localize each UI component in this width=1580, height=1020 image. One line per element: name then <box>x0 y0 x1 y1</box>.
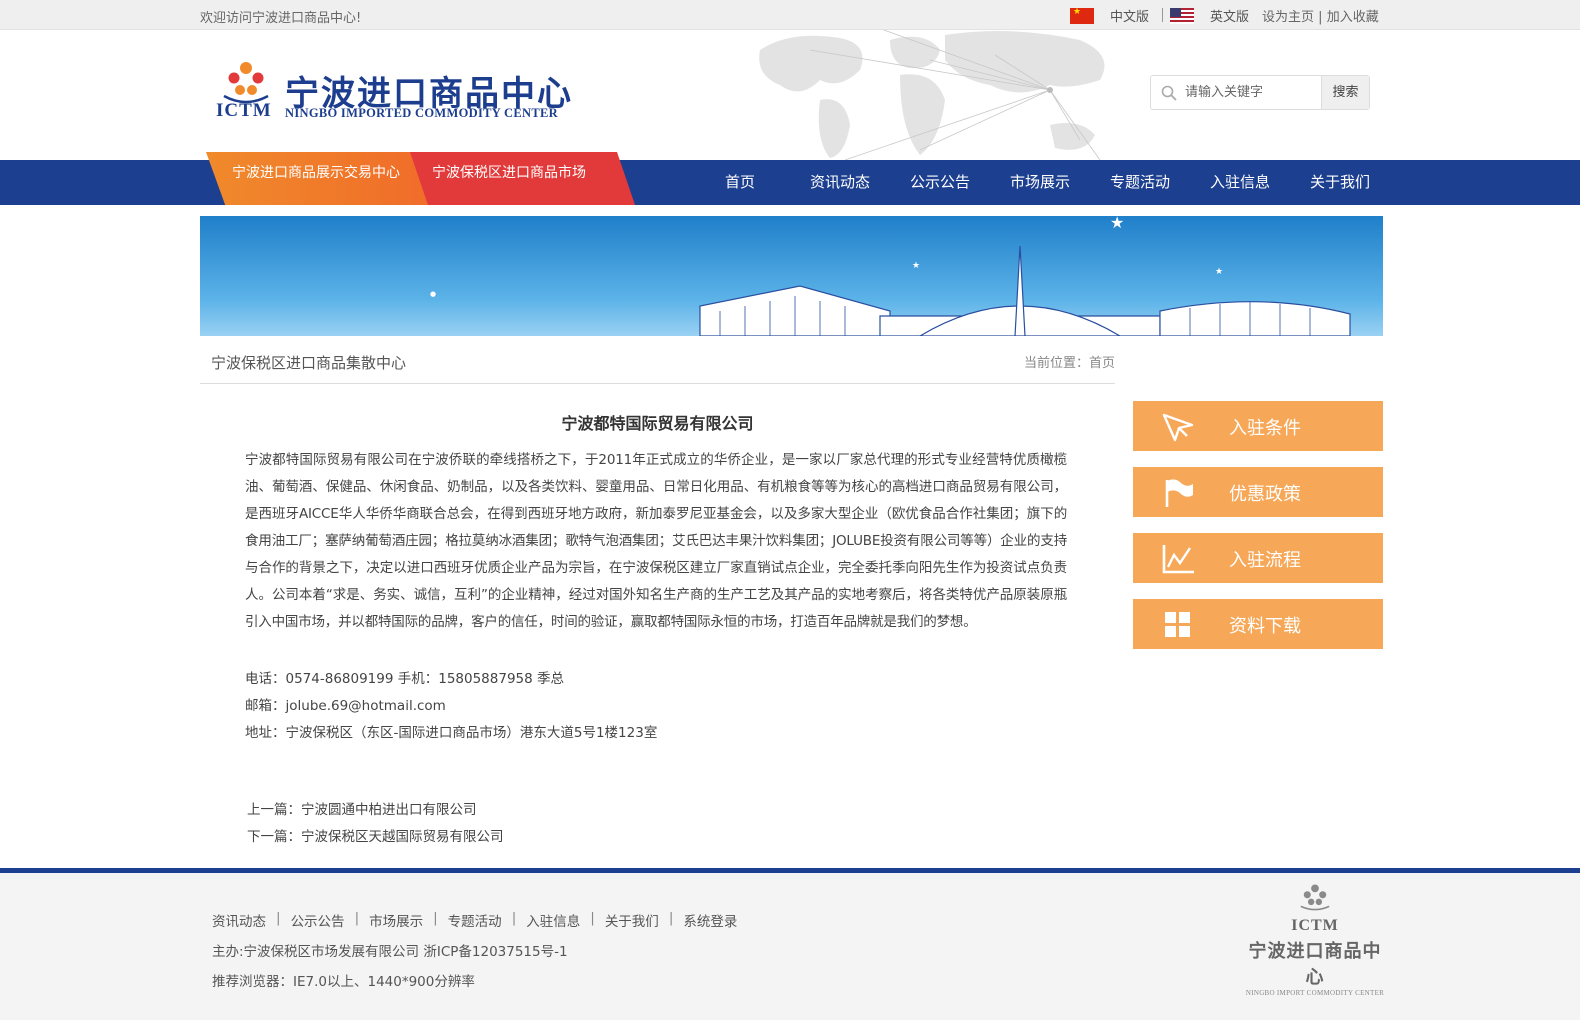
svg-text:★: ★ <box>912 261 920 271</box>
footer-link-notices[interactable]: 公示公告 <box>291 910 345 930</box>
next-article-label[interactable]: 下一篇：宁波保税区天越国际贸易有限公司 <box>247 829 504 845</box>
banner-skyline-graphic: ★ ★ ★ ● <box>430 216 1351 336</box>
footer-link-events[interactable]: 专题活动 <box>448 910 502 930</box>
footer-logo-title: 宁波进口商品中心 <box>1248 941 1382 987</box>
svg-text:★: ★ <box>1110 216 1124 232</box>
search-button[interactable]: 搜索 <box>1321 76 1369 109</box>
world-map-graphic <box>759 30 1105 160</box>
footer-link-divider: | <box>276 910 281 926</box>
top-links: 设为主页 | 加入收藏 <box>1262 6 1379 25</box>
footer-link-market[interactable]: 市场展示 <box>369 910 423 930</box>
section-header: 宁波保税区进口商品集散中心 当前位置：首页 <box>200 346 1115 384</box>
footer-logo-abbr: ICTM <box>1291 917 1339 934</box>
footer-link-divider: | <box>590 910 595 926</box>
footer-logo-icon <box>1300 884 1330 911</box>
preferential-policy-button[interactable]: 优惠政策 <box>1133 467 1383 517</box>
search-icon <box>1161 85 1177 101</box>
footer-link-settle-info[interactable]: 入驻信息 <box>526 910 580 930</box>
tab-bonded-market-label: 宁波保税区进口商品市场 <box>432 165 586 181</box>
grid-icon <box>1165 612 1190 637</box>
breadcrumb[interactable]: 当前位置：首页 <box>1024 352 1115 371</box>
search-box: 搜索 <box>1150 75 1370 110</box>
tab-exhibition-center[interactable]: 宁波进口商品展示交易中心 <box>206 152 446 205</box>
logo-subtitle: NINGBO IMPORTED COMMODITY CENTER <box>285 106 558 120</box>
footer-link-divider: | <box>354 910 360 926</box>
nav-item-home[interactable]: 首页 <box>690 160 790 205</box>
settle-process-label: 入驻流程 <box>1229 550 1301 571</box>
footer: 资讯动态 | 公示公告 | 市场展示 | 专题活动 | 入驻信息 | 关于我们 | 系统登录… <box>0 868 1580 1020</box>
lang-english-label: 英文版 <box>1210 10 1250 25</box>
add-favorite-link[interactable]: 加入收藏 <box>1327 10 1379 25</box>
search-input[interactable] <box>1185 77 1315 108</box>
article-title: 宁波都特国际贸易有限公司 <box>561 414 754 433</box>
tab-exhibition-center-label: 宁波进口商品展示交易中心 <box>232 165 400 181</box>
nav-menu: 首页 资讯动态 公示公告 市场展示 专题活动 入驻信息 关于我们 <box>690 160 1390 205</box>
top-link-divider: | <box>1318 10 1323 25</box>
lang-divider <box>1162 8 1163 22</box>
chart-line-icon <box>1162 545 1194 574</box>
banner-image: ★ ★ ★ ● <box>200 216 1383 336</box>
footer-logo: ICTM 宁波进口商品中心 NINGBO IMPORT COMMODITY CE… <box>1245 883 1385 997</box>
header: ICTM 宁波进口商品中心 NINGBO IMPORTED COMMODITY … <box>0 30 1580 160</box>
footer-host-info: 主办:宁波保税区市场发展有限公司 浙ICP备12037515号-1 <box>212 944 568 960</box>
china-flag-icon <box>1070 7 1094 24</box>
footer-link-divider: | <box>433 910 438 926</box>
next-article-link[interactable]: 下一篇：宁波保税区天越国际贸易有限公司 <box>247 825 504 845</box>
contact-address: 地址：宁波保税区（东区-国际进口商品市场）港东大道5号1楼123室 <box>245 725 658 741</box>
materials-download-button[interactable]: 资料下载 <box>1133 599 1383 649</box>
prev-article-label[interactable]: 上一篇：宁波圆通中柏进出口有限公司 <box>247 802 477 818</box>
footer-link-login[interactable]: 系统登录 <box>683 910 737 930</box>
set-home-link[interactable]: 设为主页 <box>1262 10 1314 25</box>
nav-item-settle-info[interactable]: 入驻信息 <box>1190 160 1290 205</box>
footer-link-divider: | <box>668 910 674 926</box>
article-body: 宁波都特国际贸易有限公司在宁波侨联的牵线搭桥之下，于2011年正式成立的华侨企业… <box>245 447 1067 636</box>
section-title: 宁波保税区进口商品集散中心 <box>211 354 407 372</box>
settle-conditions-label: 入驻条件 <box>1229 418 1301 439</box>
settle-process-button[interactable]: 入驻流程 <box>1133 533 1383 583</box>
footer-link-about[interactable]: 关于我们 <box>605 910 659 930</box>
preferential-policy-label: 优惠政策 <box>1229 484 1301 505</box>
prev-article-link[interactable]: 上一篇：宁波圆通中柏进出口有限公司 <box>247 798 477 818</box>
nav-item-market[interactable]: 市场展示 <box>990 160 1090 205</box>
materials-download-label: 资料下载 <box>1229 616 1301 637</box>
flag-icon <box>1165 479 1193 507</box>
top-bar: 欢迎访问宁波进口商品中心! 中文版 英文版 设为主页 | 加入收藏 <box>0 0 1580 30</box>
lang-chinese-label: 中文版 <box>1110 10 1150 25</box>
main-nav: 宁波进口商品展示交易中心 宁波保税区进口商品市场 首页 资讯动态 公示公告 市场… <box>0 152 1580 205</box>
footer-links: 资讯动态 | 公示公告 | 市场展示 | 专题活动 | 入驻信息 | 关于我们 | 系统登录 <box>212 910 737 930</box>
nav-item-events[interactable]: 专题活动 <box>1090 160 1190 205</box>
settle-conditions-button[interactable]: 入驻条件 <box>1133 401 1383 451</box>
svg-text:●: ● <box>430 290 436 298</box>
article-paragraph: 宁波都特国际贸易有限公司在宁波侨联的牵线搭桥之下，于2011年正式成立的华侨企业… <box>245 452 1067 630</box>
footer-link-news[interactable]: 资讯动态 <box>212 910 266 930</box>
footer-browser-info: 推荐浏览器：IE7.0以上、1440*900分辨率 <box>212 974 475 990</box>
nav-item-notices[interactable]: 公示公告 <box>890 160 990 205</box>
welcome-text: 欢迎访问宁波进口商品中心! <box>200 11 362 26</box>
footer-link-divider: | <box>511 910 517 926</box>
usa-flag-icon <box>1170 7 1194 24</box>
nav-item-news[interactable]: 资讯动态 <box>790 160 890 205</box>
footer-logo-subtitle: NINGBO IMPORT COMMODITY CENTER <box>1245 989 1385 997</box>
contact-email: 邮箱：jolube.69@hotmail.com <box>245 698 446 714</box>
paper-plane-icon <box>1162 413 1194 442</box>
contact-phone: 电话：0574-86809199 手机：15805887958 季总 <box>245 671 565 687</box>
logo-abbr: ICTM <box>216 100 272 121</box>
tab-bonded-market[interactable]: 宁波保税区进口商品市场 <box>410 152 635 205</box>
svg-text:★: ★ <box>1215 267 1223 277</box>
nav-item-about[interactable]: 关于我们 <box>1290 160 1390 205</box>
lang-chinese[interactable]: 中文版 <box>1070 6 1149 25</box>
lang-english[interactable]: 英文版 <box>1170 6 1249 25</box>
